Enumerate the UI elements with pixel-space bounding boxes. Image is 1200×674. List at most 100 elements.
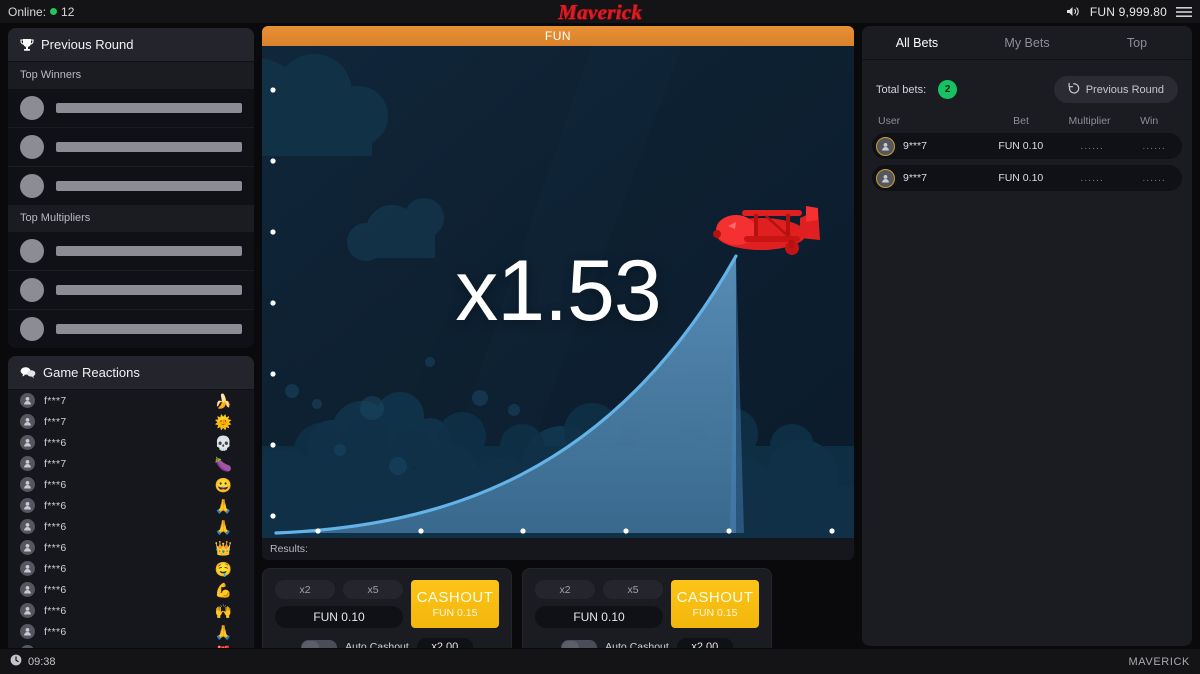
online-status: Online: 12	[8, 5, 74, 19]
bet-panel-1-top: x2 x5 FUN 0.10 CASHOUT FUN 0.15	[275, 580, 499, 628]
online-count: 12	[61, 4, 75, 19]
results-label: Results:	[270, 543, 308, 555]
cell-bet: FUN 0.10	[998, 172, 1044, 184]
cell-user: 9***7	[903, 172, 927, 184]
avatar	[20, 477, 35, 492]
game-currency-header: FUN	[262, 26, 854, 46]
hamburger-menu-icon[interactable]	[1176, 6, 1192, 18]
balance-amount: FUN 9,999.80	[1089, 4, 1167, 19]
clock-widget: 09:38	[10, 654, 56, 669]
results-bar: Results:	[262, 538, 854, 560]
multiply-x5-button[interactable]: x5	[343, 580, 403, 599]
tab-top[interactable]: Top	[1082, 26, 1192, 59]
reaction-row: f***6 🙏	[8, 621, 254, 642]
reaction-row: f***6 🙏	[8, 495, 254, 516]
bets-table-body: 9***7 FUN 0.10............ 9***7 FUN 0.10..…	[862, 133, 1192, 191]
cashout-label: CASHOUT	[676, 589, 754, 606]
avatar	[20, 603, 35, 618]
crash-chart-canvas: x1.53	[262, 46, 854, 538]
chat-bubbles-icon	[20, 366, 36, 379]
avatar	[20, 393, 35, 408]
avatar	[20, 135, 44, 159]
reaction-emoji: 😀	[214, 476, 232, 493]
current-time: 09:38	[28, 655, 56, 668]
footer-brand: MAVERICK	[1128, 655, 1190, 668]
reaction-emoji: 🙌	[214, 602, 232, 619]
top-bar-right: FUN 9,999.80	[1066, 5, 1192, 19]
placeholder-bar	[56, 181, 242, 191]
history-rewind-icon	[1068, 82, 1080, 97]
reaction-row: f***6 👑	[8, 537, 254, 558]
placeholder-bar	[56, 285, 242, 295]
table-row[interactable]: 9***7 FUN 0.10............	[872, 165, 1182, 191]
bet-panel-2-top: x2 x5 FUN 0.10 CASHOUT FUN 0.15	[535, 580, 759, 628]
multiply-x2-button[interactable]: x2	[275, 580, 335, 599]
reaction-user: f***6	[44, 478, 67, 491]
avatar	[20, 414, 35, 429]
reactions-list[interactable]: f***7 🍌 f***7 🌞 f***6 💀 f***7 🍆 f***6 😀 f***6 🙏 f***…	[8, 390, 254, 663]
cell-win: ......	[1142, 140, 1166, 152]
avatar	[20, 624, 35, 639]
cashout-button[interactable]: CASHOUT FUN 0.15	[411, 580, 499, 628]
placeholder-bar	[56, 142, 242, 152]
reaction-emoji: 💪	[214, 581, 232, 598]
game-area: FUN x1.53 Results: x2 x5 FUN 0.10 CASHOU…	[262, 26, 854, 667]
bet-panel-2-left: x2 x5 FUN 0.10	[535, 580, 663, 628]
placeholder-bar	[56, 246, 242, 256]
tab-my-bets[interactable]: My Bets	[972, 26, 1082, 59]
avatar	[876, 168, 895, 188]
cashout-label: CASHOUT	[416, 589, 494, 606]
speaker-icon[interactable]	[1066, 5, 1081, 18]
reaction-row: f***7 🍆	[8, 453, 254, 474]
top-winners-list	[8, 88, 254, 205]
bet-amount-input[interactable]: FUN 0.10	[535, 606, 663, 628]
online-indicator-dot	[50, 8, 58, 15]
skeleton-row	[8, 231, 254, 270]
total-bets-badge: 2	[938, 80, 958, 99]
online-label: Online:	[8, 4, 47, 19]
skeleton-row	[8, 88, 254, 127]
cashout-value: FUN 0.15	[432, 607, 478, 619]
skeleton-row	[8, 127, 254, 166]
avatar	[20, 498, 35, 513]
reaction-emoji: 🙏	[214, 518, 232, 535]
top-bar: Online: 12 FUN 9,999.80	[0, 0, 1200, 24]
bet-panel-1-chips: x2 x5	[275, 580, 403, 599]
previous-round-title: Previous Round	[41, 37, 134, 52]
avatar	[20, 582, 35, 597]
avatar	[20, 239, 44, 263]
reaction-emoji: 🤤	[214, 560, 232, 577]
multiply-x5-button[interactable]: x5	[603, 580, 663, 599]
reaction-row: f***6 🙌	[8, 600, 254, 621]
avatar	[20, 174, 44, 198]
cell-win: ......	[1142, 172, 1166, 184]
cell-user: 9***7	[903, 140, 927, 152]
avatar	[876, 136, 895, 156]
reaction-user: f***6	[44, 499, 67, 512]
table-row[interactable]: 9***7 FUN 0.10............	[872, 133, 1182, 159]
bottom-bar: 09:38 MAVERICK	[0, 648, 1200, 674]
game-reactions-header: Game Reactions	[8, 356, 254, 390]
reaction-row: f***6 😀	[8, 474, 254, 495]
total-bets-label: Total bets:	[876, 83, 927, 96]
placeholder-bar	[56, 103, 242, 113]
previous-round-button[interactable]: Previous Round	[1053, 76, 1178, 103]
cell-bet: FUN 0.10	[998, 140, 1044, 152]
previous-round-button-label: Previous Round	[1085, 83, 1164, 96]
bet-panel-1-left: x2 x5 FUN 0.10	[275, 580, 403, 628]
avatar	[20, 435, 35, 450]
multiplier-display: x1.53	[455, 243, 661, 339]
multiply-x2-button[interactable]: x2	[535, 580, 595, 599]
tab-all-bets[interactable]: All Bets	[862, 26, 972, 59]
top-multipliers-label: Top Multipliers	[8, 205, 254, 231]
cashout-button[interactable]: CASHOUT FUN 0.15	[671, 580, 759, 628]
bet-amount-input[interactable]: FUN 0.10	[275, 606, 403, 628]
reaction-user: f***6	[44, 604, 67, 617]
cashout-value: FUN 0.15	[692, 607, 738, 619]
reaction-row: f***6 💀	[8, 432, 254, 453]
column-header-bet: Bet	[1013, 115, 1029, 127]
game-reactions-title: Game Reactions	[43, 365, 140, 380]
reaction-row: f***6 🙏	[8, 516, 254, 537]
reaction-user: f***7	[44, 415, 67, 428]
game-reactions-panel: Game Reactions f***7 🍌 f***7 🌞 f***6 💀 f***7 🍆 f…	[8, 356, 254, 674]
